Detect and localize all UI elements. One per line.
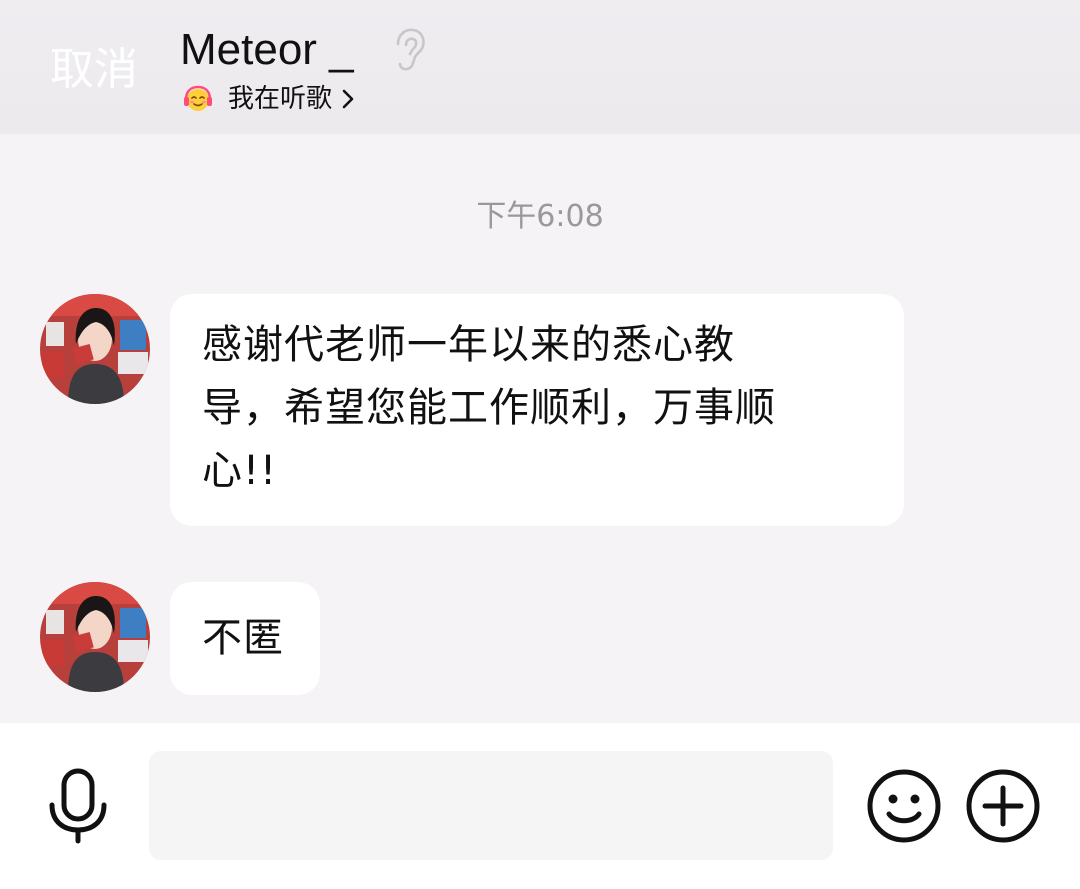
message-timestamp: 下午6:08 xyxy=(476,199,604,234)
message-line: 不匿 xyxy=(202,615,284,661)
chevron-right-icon xyxy=(342,89,354,109)
cancel-button[interactable]: 取消 xyxy=(50,40,138,100)
avatar[interactable] xyxy=(40,582,150,692)
message-input[interactable] xyxy=(149,751,833,860)
message-bubble[interactable]: 不匿 xyxy=(170,582,320,695)
status-text: 我在听歌 xyxy=(228,84,333,114)
plus-circle-icon[interactable] xyxy=(965,768,1041,844)
microphone-icon[interactable] xyxy=(46,768,110,844)
headphones-face-emoji-icon xyxy=(184,85,212,111)
avatar[interactable] xyxy=(40,294,150,404)
message-line: 心!! xyxy=(202,448,278,494)
message-line: 导，希望您能工作顺利，万事顺 xyxy=(202,385,776,431)
contact-name[interactable]: Meteor _ xyxy=(180,22,354,78)
chat-header: 取消 Meteor _ 我在听歌 xyxy=(0,0,1080,134)
ear-icon[interactable] xyxy=(388,26,428,74)
music-status[interactable]: 我在听歌 xyxy=(182,80,356,118)
message-line: 感谢代老师一年以来的悉心教 xyxy=(202,322,735,368)
message-bubble[interactable]: 感谢代老师一年以来的悉心教 导，希望您能工作顺利，万事顺 心!! xyxy=(170,294,904,526)
smiley-icon[interactable] xyxy=(866,768,942,844)
